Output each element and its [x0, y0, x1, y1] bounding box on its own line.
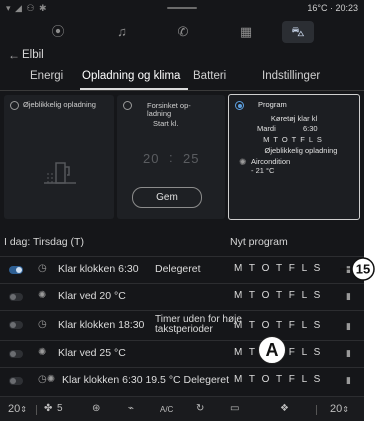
- clock-icon: ◷: [38, 263, 47, 274]
- callout-15-label: 15: [356, 262, 370, 277]
- delayed-minute[interactable]: 25: [183, 151, 199, 166]
- save-button[interactable]: Gem: [132, 187, 202, 208]
- delayed-hour[interactable]: 20: [143, 151, 159, 166]
- defrost-icon[interactable]: ⌁: [128, 403, 134, 414]
- airflow-icon[interactable]: ❖: [280, 403, 289, 414]
- left-temperature[interactable]: 20⇕: [8, 403, 27, 415]
- card-program[interactable]: Program Køretøj klar kl Mardi 6:30 M T O…: [228, 94, 360, 220]
- program-toggle[interactable]: [9, 377, 23, 385]
- vehicle-ready-label: Køretøj klar kl: [270, 114, 318, 123]
- top-navigation: ⦿ ♫ ✆ ▦ ⛍: [0, 17, 364, 47]
- clock-icon: ◷: [38, 319, 47, 330]
- status-bar: ▾ ◢ ⚇ ✱ 16°C · 20:23: [0, 0, 364, 16]
- apps-icon[interactable]: ▦: [230, 21, 262, 43]
- tab-bar: Energi Opladning og klima Batteri Indsti…: [0, 66, 364, 91]
- program-toggle[interactable]: [9, 266, 23, 274]
- immediate-label: Øjeblikkelig opladning: [23, 100, 96, 109]
- start-label: Start kl.: [153, 119, 179, 128]
- callout-a: A: [258, 336, 286, 364]
- program-days: M T O T F L S: [234, 320, 323, 331]
- aircondition-icon: ✺: [38, 347, 47, 358]
- aircondition-icon: ✺: [239, 157, 247, 167]
- recirculation-icon[interactable]: ↻: [196, 403, 204, 414]
- callout-15: 15: [340, 257, 375, 281]
- program-title: Klar ved 25 °C: [58, 347, 126, 359]
- immediate-radio[interactable]: [10, 101, 19, 110]
- new-program-button[interactable]: Nyt program: [230, 236, 288, 248]
- card-immediate-charging[interactable]: Øjeblikkelig opladning: [4, 95, 114, 219]
- car-screen: ▾ ◢ ⚇ ✱ 16°C · 20:23 ⦿ ♫ ✆ ▦ ⛍ ← Elbil E…: [0, 0, 364, 421]
- page-title: Elbil: [22, 49, 44, 61]
- aircondition-icon: ✺: [38, 290, 47, 301]
- status-icons: ▾ ◢ ⚇ ✱: [6, 3, 48, 13]
- right-temperature[interactable]: 20⇕: [330, 403, 349, 415]
- program-row[interactable]: ✺ Klar ved 25 °C M T O T F L S ▮: [0, 340, 364, 367]
- clock-aircondition-icon: ◷✺: [38, 374, 56, 385]
- divider: [316, 405, 317, 415]
- charger-icon: [44, 162, 76, 184]
- program-label: Program: [258, 100, 287, 109]
- program-extra-line2: takstperioder: [155, 324, 213, 335]
- rear-defrost-icon[interactable]: ▭: [230, 403, 239, 414]
- delayed-label-2: ladning: [147, 109, 172, 118]
- program-toggle[interactable]: [9, 321, 23, 329]
- program-row[interactable]: ◷ Klar klokken 18:30 Timer uden for høje…: [0, 310, 364, 341]
- today-label: I dag: Tirsdag (T): [4, 236, 84, 248]
- tab-energi[interactable]: Energi: [30, 70, 63, 82]
- trash-icon[interactable]: ▮: [346, 375, 351, 386]
- aircondition-temp: - 21 °C: [251, 166, 275, 175]
- program-time: 6:30: [303, 124, 318, 133]
- delayed-radio[interactable]: [123, 101, 132, 110]
- time-separator: :: [169, 150, 174, 165]
- divider: [36, 405, 37, 415]
- program-row[interactable]: ◷ Klar klokken 6:30 Delegeret M T O T F …: [0, 256, 364, 283]
- title-row: ← Elbil: [0, 48, 364, 66]
- ac-button[interactable]: A/C: [160, 405, 173, 414]
- active-tab-indicator: [80, 88, 188, 90]
- trash-icon[interactable]: ▮: [346, 348, 351, 359]
- program-title: Klar klokken 18:30: [58, 319, 145, 331]
- tab-batteri[interactable]: Batteri: [193, 70, 226, 82]
- trash-icon[interactable]: ▮: [346, 321, 351, 332]
- program-title: Klar klokken 6:30: [58, 263, 139, 275]
- pull-down-handle[interactable]: [167, 7, 197, 9]
- climate-bar: 20⇕ ✤ 5 ⊛ ⌁ A/C ↻ ▭ ❖ 20⇕: [0, 396, 364, 421]
- program-radio[interactable]: [235, 101, 244, 110]
- car-icon[interactable]: ⛍: [282, 21, 314, 43]
- program-day: Mardi: [257, 124, 276, 133]
- program-charging-mode: Øjeblikkelig opladning: [264, 146, 338, 155]
- program-days: M T O T F L S: [234, 290, 323, 301]
- heated-seat-icon[interactable]: ⊛: [92, 403, 100, 414]
- fan-speed[interactable]: 5: [57, 403, 63, 414]
- status-temp-time: 16°C · 20:23: [307, 3, 358, 13]
- tab-indstillinger[interactable]: Indstillinger: [262, 70, 320, 82]
- trash-icon[interactable]: ▮: [346, 291, 351, 302]
- music-icon[interactable]: ♫: [106, 21, 138, 43]
- tab-opladning-og-klima[interactable]: Opladning og klima: [82, 70, 180, 82]
- aircondition-label: Aircondition: [251, 157, 291, 166]
- phone-icon[interactable]: ✆: [167, 21, 199, 43]
- fan-icon[interactable]: ✤: [44, 403, 52, 414]
- program-row[interactable]: ✺ Klar ved 20 °C M T O T F L S ▮: [0, 283, 364, 310]
- program-days: M T O T F L S: [234, 263, 323, 274]
- location-icon[interactable]: ⦿: [42, 21, 74, 43]
- program-title: Klar ved 20 °C: [58, 290, 126, 302]
- program-title: Klar klokken 6:30 19.5 °C Delegeret: [62, 374, 230, 386]
- program-days: M T O T F L S: [263, 135, 323, 144]
- program-toggle[interactable]: [9, 293, 23, 301]
- program-row[interactable]: ◷✺ Klar klokken 6:30 19.5 °C Delegeret M…: [0, 367, 364, 394]
- program-extra: Delegeret: [155, 263, 201, 275]
- program-days: M T O T F L S: [234, 374, 323, 385]
- program-toggle[interactable]: [9, 350, 23, 358]
- back-arrow-icon[interactable]: ←: [8, 48, 20, 62]
